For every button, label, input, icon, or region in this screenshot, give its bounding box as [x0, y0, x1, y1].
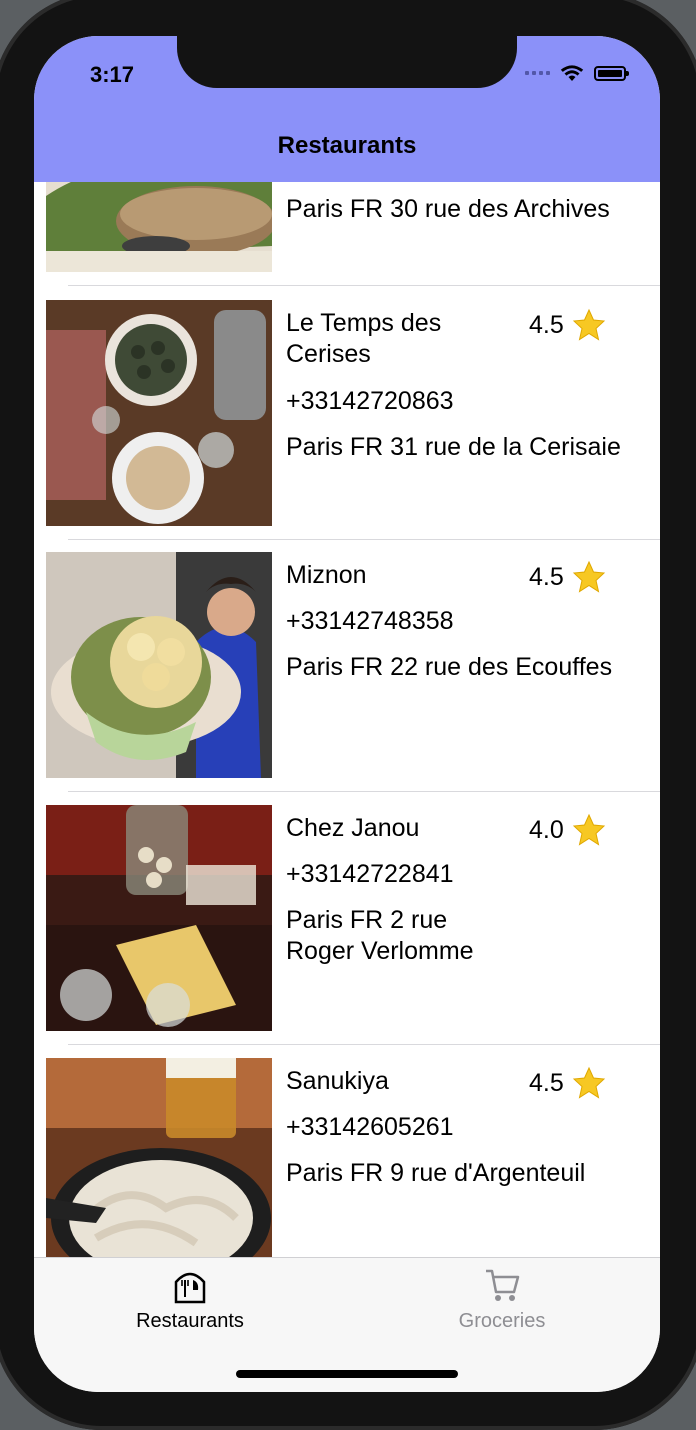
rating-value: 4.5	[529, 310, 564, 339]
restaurant-name: Sanukiya	[286, 1067, 389, 1095]
restaurant-list[interactable]: Paris FR 30 rue des Archives Le Temps de…	[34, 182, 660, 1257]
tab-label: Restaurants	[136, 1310, 244, 1332]
status-time: 3:17	[90, 62, 135, 87]
list-item[interactable]: Le Temps des Cerises 4.5 +33142720863 Pa…	[34, 288, 660, 540]
restaurant-rating: 4.5	[529, 560, 606, 594]
restaurant-address: Paris FR 9 rue d'Argenteuil	[286, 1159, 586, 1187]
restaurant-address: Paris FR 2 rue Roger Verlomme	[286, 906, 474, 965]
restaurant-phone[interactable]: +33142720863	[286, 386, 454, 417]
row-separator	[68, 791, 660, 792]
restaurant-address: Paris FR 31 rue de la Cerisaie	[286, 433, 621, 461]
row-separator	[68, 1044, 660, 1045]
restaurant-rating: 4.5	[529, 308, 606, 342]
list-item[interactable]: Miznon 4.5 +33142748358 Paris FR 22 rue …	[34, 540, 660, 792]
restaurant-photo-escargots	[46, 300, 272, 526]
page-title: Restaurants	[277, 132, 417, 159]
restaurant-name: Miznon	[286, 561, 367, 589]
list-item[interactable]: Paris FR 30 rue des Archives	[34, 182, 660, 286]
tab-groceries[interactable]: Groceries	[392, 1266, 612, 1333]
row-separator	[68, 285, 660, 286]
star-icon	[572, 813, 605, 846]
rating-value: 4.5	[529, 1068, 564, 1097]
restaurant-address: Paris FR 22 rue des Ecouffes	[286, 653, 613, 681]
restaurant-photo-burger	[46, 182, 272, 272]
battery-icon	[594, 65, 629, 81]
restaurant-photo-cauliflower	[46, 552, 272, 778]
restaurant-phone[interactable]: +33142722841	[286, 859, 454, 890]
restaurant-name: Chez Janou	[286, 814, 420, 842]
cart-icon	[486, 1269, 520, 1301]
star-icon	[572, 1066, 605, 1099]
screen: 3:17 Restaurants Paris FR 30 rue des Arc…	[34, 36, 660, 1392]
restaurant-photo-bistro	[46, 805, 272, 1031]
restaurant-icon	[174, 1272, 206, 1304]
restaurant-phone[interactable]: +33142605261	[286, 1112, 454, 1143]
tab-restaurants[interactable]: Restaurants	[80, 1266, 300, 1333]
home-indicator[interactable]	[236, 1370, 458, 1378]
list-item[interactable]: Chez Janou 4.0 +33142722841 Paris FR 2 r…	[34, 793, 660, 1045]
status-icons	[525, 64, 629, 82]
wifi-icon	[560, 65, 584, 81]
cellular-signal-icon	[525, 71, 550, 75]
rating-value: 4.5	[529, 562, 564, 591]
rating-value: 4.0	[529, 815, 564, 844]
star-icon	[572, 560, 605, 593]
list-item[interactable]: Sanukiya 4.5 +33142605261 Paris FR 9 rue…	[34, 1046, 660, 1257]
restaurant-rating: 4.0	[529, 813, 606, 847]
tab-label: Groceries	[458, 1310, 546, 1332]
restaurant-rating: 4.5	[529, 1066, 606, 1100]
restaurant-name: Le Temps des Cerises	[286, 309, 442, 368]
restaurant-phone[interactable]: +33142748358	[286, 606, 454, 637]
star-icon	[572, 308, 605, 341]
restaurant-address: Paris FR 30 rue des Archives	[286, 195, 610, 223]
device-notch	[177, 36, 517, 88]
restaurant-photo-udon	[46, 1058, 272, 1257]
